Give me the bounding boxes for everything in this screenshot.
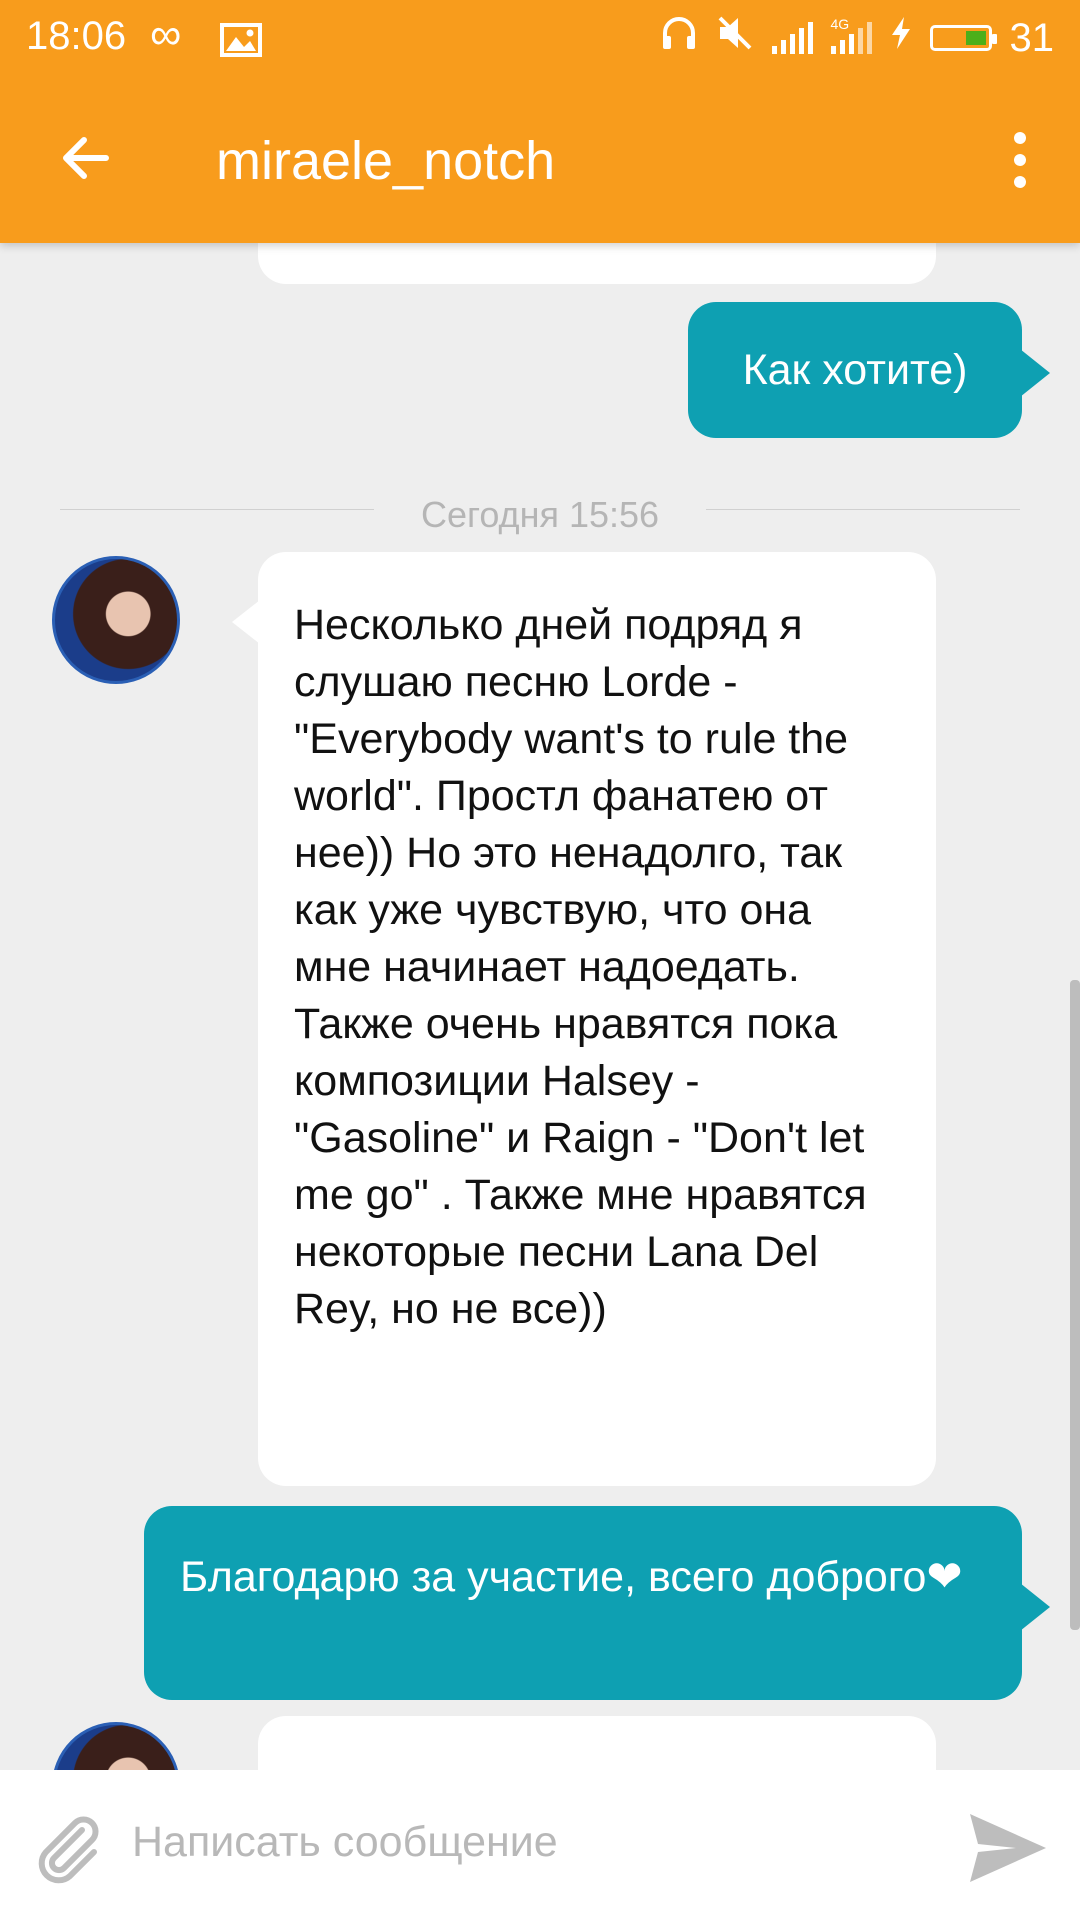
app-bar: miraele_notch bbox=[0, 80, 1080, 243]
headphones-icon bbox=[660, 14, 698, 62]
message-incoming-partial[interactable] bbox=[258, 1716, 936, 1770]
mute-icon bbox=[716, 14, 754, 62]
message-input[interactable]: Написать сообщение bbox=[132, 1818, 558, 1867]
gallery-icon bbox=[220, 22, 262, 67]
compose-bar: Написать сообщение bbox=[0, 1770, 1080, 1920]
message-text: Благодарю за участие, всего доброго❤ bbox=[180, 1553, 963, 1601]
charging-icon bbox=[890, 15, 912, 61]
signal-4g-icon: 4G bbox=[830, 16, 872, 54]
chat-area[interactable]: Как хотите) Сегодня 15:56 Несколько дней… bbox=[0, 0, 1080, 1770]
date-separator-text: Сегодня 15:56 bbox=[420, 494, 660, 535]
date-separator: Сегодня 15:56 bbox=[60, 494, 1020, 535]
message-incoming[interactable]: Несколько дней подряд я слушаю песню Lor… bbox=[232, 552, 936, 1486]
attach-icon[interactable] bbox=[30, 1810, 106, 1886]
network-type: 4G bbox=[830, 16, 850, 32]
message-outgoing[interactable]: Как хотите) bbox=[688, 302, 1022, 438]
scrollbar[interactable] bbox=[1070, 980, 1080, 1630]
message-text: Несколько дней подряд я слушаю песню Lor… bbox=[294, 601, 867, 1333]
more-vert-icon[interactable] bbox=[1008, 132, 1032, 188]
top-bar: 18:06 ∞ 4G 31 miraele_notch bbox=[0, 0, 1080, 243]
status-bar: 18:06 ∞ 4G 31 bbox=[0, 0, 1080, 80]
infinity-icon: ∞ bbox=[150, 10, 182, 59]
send-icon[interactable] bbox=[966, 1808, 1050, 1888]
message-outgoing[interactable]: Благодарю за участие, всего доброго❤ bbox=[144, 1506, 1022, 1700]
status-time: 18:06 bbox=[26, 14, 127, 58]
message-text: Как хотите) bbox=[742, 346, 968, 394]
avatar[interactable] bbox=[52, 556, 180, 684]
battery-level: 31 bbox=[1009, 15, 1055, 60]
chat-title: miraele_notch bbox=[216, 131, 556, 191]
battery-icon bbox=[929, 25, 997, 51]
avatar[interactable] bbox=[52, 1722, 180, 1770]
back-arrow-icon[interactable] bbox=[56, 128, 116, 188]
signal-icon bbox=[771, 22, 813, 54]
